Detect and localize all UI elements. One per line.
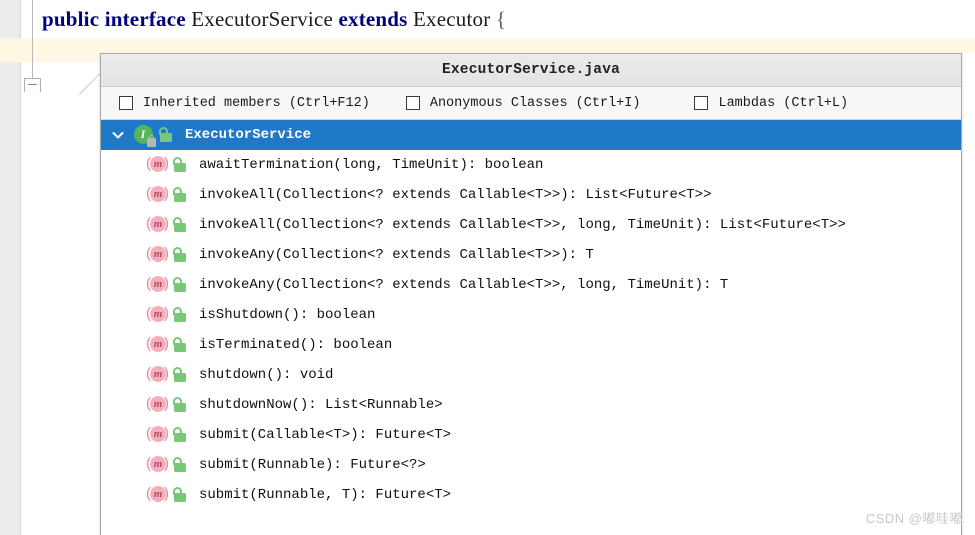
inspection-marker-icon [78,73,100,95]
structure-tree: I ExecutorService (m) awaitTermination(lo… [101,120,961,510]
checkbox-anonymous-classes[interactable] [405,96,420,110]
tree-row-label: submit(Callable<T>): Future<T> [199,427,452,443]
filter-label-lambdas: Lambdas (Ctrl+L) [718,95,849,111]
filter-inherited-members[interactable]: Inherited members (Ctrl+F12) [119,96,370,111]
tree-row-label: isShutdown(): boolean [199,307,376,323]
method-icon: (m) [146,365,169,382]
tree-row-member[interactable]: (m) isShutdown(): boolean [101,300,961,330]
keyword-public: public [42,7,100,31]
super-type-name: Executor [413,7,491,31]
method-icon: (m) [146,395,169,412]
tree-row-member[interactable]: (m) invokeAny(Collection<? extends Callab… [101,240,961,270]
checkbox-inherited-members[interactable] [119,96,133,110]
type-name: ExecutorService [191,7,334,31]
interface-icon: I [133,124,156,147]
popup-title: ExecutorService.java [101,54,961,87]
filter-anonymous-classes[interactable]: Anonymous Classes (Ctrl+I) [405,95,641,111]
method-icon: (m) [146,425,169,442]
method-icon: (m) [146,245,169,262]
public-lock-icon [171,156,189,174]
method-icon: (m) [146,485,169,502]
method-icon: (m) [146,155,169,172]
code-declaration-line: public interface ExecutorService extends… [42,7,506,32]
filter-label-anonymous-classes: Anonymous Classes (Ctrl+I) [429,95,641,111]
collapse-fold-minus-icon [28,84,37,85]
collapse-fold-icon[interactable] [24,78,41,92]
tree-row-member[interactable]: (m) invokeAll(Collection<? extends Callab… [101,180,961,210]
public-lock-icon [171,276,189,294]
keyword-extends: extends [338,7,408,31]
method-icon: (m) [146,305,169,322]
tree-row-label: isTerminated(): boolean [199,337,393,353]
tree-row-label: invokeAll(Collection<? extends Callable<… [199,217,846,233]
tree-row-root[interactable]: I ExecutorService [101,120,961,150]
filter-label-inherited-members: Inherited members (Ctrl+F12) [143,95,370,111]
public-lock-icon [171,486,189,504]
editor-gutter [0,0,21,535]
filter-lambdas[interactable]: Lambdas (Ctrl+L) [694,96,848,111]
tree-row-member[interactable]: (m) invokeAll(Collection<? extends Callab… [101,210,961,240]
tree-row-label: submit(Runnable, T): Future<T> [199,487,452,503]
open-brace: { [495,7,507,31]
tree-row-member[interactable]: (m) submit(Runnable): Future<?> [101,450,961,480]
public-lock-icon [171,366,189,384]
editor-right-margin [962,0,975,535]
public-lock-icon [171,426,189,444]
tree-row-label: invokeAll(Collection<? extends Callable<… [199,187,712,203]
ide-editor-background: public interface ExecutorService extends… [0,0,975,535]
tree-row-label: awaitTermination(long, TimeUnit): boolea… [199,157,544,173]
method-icon: (m) [146,185,169,202]
public-lock-icon [171,336,189,354]
tree-row-member[interactable]: (m) isTerminated(): boolean [101,330,961,360]
tree-row-member[interactable]: (m) submit(Runnable, T): Future<T> [101,480,961,510]
keyword-interface: interface [104,7,186,31]
method-icon: (m) [146,455,169,472]
method-icon: (m) [146,275,169,292]
tree-row-member[interactable]: (m) invokeAny(Collection<? extends Callab… [101,270,961,300]
tree-row-label: submit(Runnable): Future<?> [199,457,426,473]
public-lock-icon [171,456,189,474]
tree-row-member[interactable]: (m) awaitTermination(long, TimeUnit): boo… [101,150,961,180]
tree-row-label: ExecutorService [185,127,312,143]
public-lock-icon [157,126,175,144]
tree-row-member[interactable]: (m) submit(Callable<T>): Future<T> [101,420,961,450]
watermark: CSDN @嘟哇嘟 [865,511,963,526]
popup-filter-bar: Inherited members (Ctrl+F12) Anonymous C… [101,87,961,120]
method-icon: (m) [146,215,169,232]
checkbox-lambdas[interactable] [694,96,709,110]
chevron-down-icon[interactable] [107,128,129,142]
tree-row-label: shutdown(): void [199,367,334,383]
caret-row-highlight-gutter [0,38,21,62]
tree-row-label: invokeAny(Collection<? extends Callable<… [199,247,594,263]
public-lock-icon [171,246,189,264]
public-lock-icon [171,186,189,204]
tree-row-member[interactable]: (m) shutdownNow(): List<Runnable> [101,390,961,420]
method-icon: (m) [146,335,169,352]
public-lock-icon [171,396,189,414]
file-structure-popup: ExecutorService.java Inherited members (… [100,53,962,535]
public-lock-icon [171,216,189,234]
public-lock-icon [171,306,189,324]
tree-row-member[interactable]: (m) shutdown(): void [101,360,961,390]
tree-row-label: shutdownNow(): List<Runnable> [199,397,443,413]
caret-row-highlight-right [962,38,975,53]
tree-row-label: invokeAny(Collection<? extends Callable<… [199,277,729,293]
